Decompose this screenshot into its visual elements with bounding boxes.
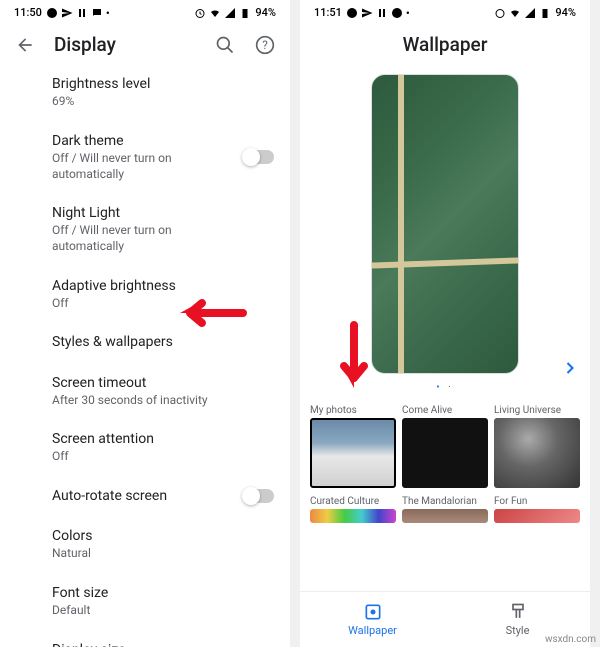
wallpaper-preview-image[interactable] — [371, 74, 519, 374]
status-bar: 11:51 • 94% — [300, 0, 590, 21]
category-thumb — [310, 509, 396, 523]
alarm-icon — [194, 7, 206, 19]
category-curated-culture[interactable]: Curated Culture — [310, 492, 396, 523]
page-title: Display — [54, 33, 196, 56]
whatsapp-icon — [46, 7, 58, 19]
battery-percent: 94% — [555, 6, 576, 19]
page-title: Wallpaper — [403, 33, 488, 56]
setting-font-size[interactable]: Font size Default — [52, 573, 290, 630]
signal-icon — [224, 7, 236, 19]
search-icon — [215, 35, 235, 55]
category-thumb — [494, 509, 580, 523]
battery-percent: 94% — [255, 6, 276, 19]
setting-dark-theme[interactable]: Dark theme Off / Will never turn on auto… — [52, 121, 290, 193]
setting-colors[interactable]: Colors Natural — [52, 516, 290, 573]
app-bar: Display ? — [0, 21, 290, 64]
category-come-alive[interactable]: Come Alive — [402, 401, 488, 488]
back-button[interactable] — [14, 34, 36, 56]
category-thumb — [402, 509, 488, 523]
category-living-universe[interactable]: Living Universe — [494, 401, 580, 488]
battery-icon — [239, 7, 251, 19]
help-icon: ? — [255, 35, 275, 55]
svg-text:?: ? — [262, 38, 268, 52]
status-bar: 11:50 • 94% — [0, 0, 290, 21]
arrow-back-icon — [15, 35, 35, 55]
pause-icon — [376, 7, 388, 19]
whatsapp-icon — [346, 7, 358, 19]
status-time: 11:50 — [14, 6, 42, 19]
chevron-right-icon — [560, 358, 580, 378]
app-bar: Wallpaper — [300, 21, 590, 64]
status-notification-icons: • — [46, 7, 118, 19]
category-thumb — [310, 418, 396, 488]
app-icon — [391, 7, 403, 19]
wifi-icon — [509, 7, 521, 19]
battery-icon — [539, 7, 551, 19]
wifi-icon — [209, 7, 221, 19]
annotation-arrow-down — [336, 320, 372, 390]
watermark: wsxdn.com — [545, 634, 596, 645]
chat-icon — [91, 7, 103, 19]
page-indicator-dots: • · — [436, 382, 453, 393]
pause-icon — [76, 7, 88, 19]
category-mandalorian[interactable]: The Mandalorian — [402, 492, 488, 523]
help-button[interactable]: ? — [254, 34, 276, 56]
settings-list: Brightness level 69% Dark theme Off / Wi… — [0, 64, 290, 647]
send-icon — [361, 7, 373, 19]
category-thumb — [402, 418, 488, 488]
next-button[interactable] — [560, 358, 580, 382]
alarm-icon — [494, 7, 506, 19]
status-system-icons — [494, 7, 551, 19]
dot-icon: • — [106, 7, 118, 19]
setting-night-light[interactable]: Night Light Off / Will never turn on aut… — [52, 193, 290, 265]
setting-screen-timeout[interactable]: Screen timeout After 30 seconds of inact… — [52, 363, 290, 420]
setting-display-size[interactable]: Display size — [52, 630, 290, 647]
wallpaper-icon — [363, 602, 383, 622]
status-system-icons — [194, 7, 251, 19]
send-icon — [61, 7, 73, 19]
setting-adaptive-brightness[interactable]: Adaptive brightness Off — [52, 266, 290, 323]
setting-brightness-level[interactable]: Brightness level 69% — [52, 64, 290, 121]
tab-wallpaper[interactable]: Wallpaper — [300, 592, 445, 647]
dot-icon: • — [406, 7, 418, 19]
category-for-fun[interactable]: For Fun — [494, 492, 580, 523]
signal-icon — [524, 7, 536, 19]
style-icon — [508, 602, 528, 622]
status-notification-icons: • — [346, 7, 418, 19]
category-my-photos[interactable]: My photos — [310, 401, 396, 488]
wallpaper-categories: My photos Come Alive Living Universe Cur… — [300, 401, 590, 523]
search-button[interactable] — [214, 34, 236, 56]
setting-auto-rotate[interactable]: Auto-rotate screen — [52, 476, 290, 516]
annotation-arrow-left — [178, 295, 248, 331]
setting-styles-wallpapers[interactable]: Styles & wallpapers — [52, 322, 290, 362]
dark-theme-toggle[interactable] — [244, 150, 274, 164]
setting-screen-attention[interactable]: Screen attention Off — [52, 419, 290, 476]
status-time: 11:51 — [314, 6, 342, 19]
auto-rotate-toggle[interactable] — [244, 489, 274, 503]
category-thumb — [494, 418, 580, 488]
